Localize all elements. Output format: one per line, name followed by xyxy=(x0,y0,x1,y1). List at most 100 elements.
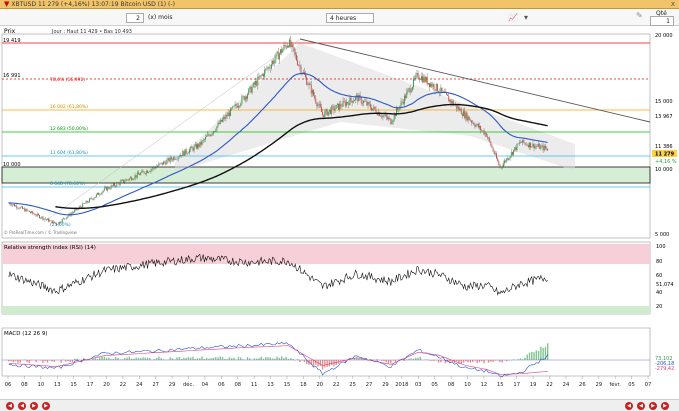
candle-body xyxy=(372,108,374,111)
macd-hist-bar xyxy=(408,358,410,360)
candle-body xyxy=(205,137,206,140)
nav-prev-icon[interactable]: ◀ xyxy=(18,402,26,410)
time-axis-tick: 25 xyxy=(349,382,356,388)
time-axis-tick: 15 xyxy=(497,382,504,388)
period-unit-select[interactable]: (x) mois xyxy=(148,13,172,23)
qte-input[interactable]: 1 xyxy=(650,16,674,26)
macd-hist-bar xyxy=(208,358,210,360)
candle-body xyxy=(291,44,293,47)
nav-next-icon[interactable]: ▶ xyxy=(30,402,38,410)
nav-prev-icon[interactable]: ◀ xyxy=(637,402,645,410)
nav-prev-icon[interactable]: ◀ xyxy=(625,402,633,410)
candle-body xyxy=(162,161,164,165)
candle-body xyxy=(184,149,186,156)
fib-label-2: 12 683 (50,00%) xyxy=(50,126,88,132)
candle-body xyxy=(411,86,413,91)
macd-hist-bar xyxy=(162,359,165,360)
macd-hist-bar xyxy=(67,360,69,362)
candle-body xyxy=(16,205,18,209)
nav-next-icon[interactable]: ▶ xyxy=(649,402,657,410)
drawing-tools-icon[interactable]: ▾ xyxy=(524,13,528,23)
candle-body xyxy=(509,156,511,159)
candle-body xyxy=(325,109,327,112)
close-icon[interactable]: x xyxy=(671,0,675,8)
candle-body xyxy=(215,130,217,132)
candle-body xyxy=(166,160,168,165)
nav-next-icon[interactable]: ▶ xyxy=(42,402,50,410)
macd-hist-bar xyxy=(276,356,278,360)
candle-body xyxy=(502,163,504,167)
macd-hist-bar xyxy=(249,358,251,360)
nav-prev-icon[interactable]: ◀ xyxy=(6,402,14,410)
macd-hist-bar xyxy=(481,360,483,362)
rsi-overbought-zone xyxy=(2,244,650,264)
macd-hist-bar xyxy=(126,357,128,360)
fib-label-3: 11 604 (61,80%) xyxy=(50,150,88,156)
candle-body xyxy=(547,148,549,151)
macd-hist-bar xyxy=(12,360,15,363)
candle-body xyxy=(210,134,212,137)
candle-body xyxy=(306,77,308,85)
macd-hist-bar xyxy=(260,356,262,360)
candle-body xyxy=(200,142,202,145)
candle-body xyxy=(234,104,236,106)
window-titlebar: ▼ XBTUSD 11 279 (+4,16%) 13:07:19 Bitcoi… xyxy=(0,0,679,9)
candle-body xyxy=(267,67,269,70)
candle-body xyxy=(90,198,92,199)
macd-hist-bar xyxy=(419,356,422,360)
candle-body xyxy=(423,76,425,83)
macd-hist-bar xyxy=(476,360,478,364)
candle-body xyxy=(422,76,424,83)
candle-body xyxy=(369,104,371,108)
candle-body xyxy=(403,95,405,104)
interval-select[interactable]: 4 heures xyxy=(326,13,374,23)
candle-body xyxy=(384,114,386,116)
candle-body xyxy=(541,145,543,147)
macd-hist-bar xyxy=(285,356,287,360)
candle-body xyxy=(294,52,296,55)
candle-body xyxy=(386,116,388,119)
candle-body xyxy=(206,136,208,138)
macd-hist-bar xyxy=(49,360,51,361)
candle-body xyxy=(284,44,286,46)
candle-body xyxy=(364,101,366,102)
candle-body xyxy=(358,95,360,102)
time-axis-tick: 29 xyxy=(595,382,602,388)
candle-body xyxy=(409,88,411,93)
macd-hist-bar xyxy=(51,360,53,362)
candle-body xyxy=(130,177,131,179)
macd-hist-bar xyxy=(201,356,203,360)
candle-body xyxy=(172,159,173,161)
candle-body xyxy=(207,134,209,137)
macd-hist-bar xyxy=(499,360,501,363)
candlestick-chart-icon[interactable]: 📈 xyxy=(508,13,518,23)
candle-body xyxy=(297,60,299,66)
candle-body xyxy=(457,106,459,109)
candle-body xyxy=(190,146,192,150)
time-axis-tick: 13 xyxy=(267,382,274,388)
candle-body xyxy=(232,106,234,109)
candle-body xyxy=(417,72,419,78)
candle-body xyxy=(292,44,294,48)
period-value-input[interactable]: 2 xyxy=(126,13,144,23)
candle-body xyxy=(261,74,263,76)
candle-body xyxy=(264,70,266,77)
candle-body xyxy=(136,172,138,178)
macd-hist-bar xyxy=(96,358,99,360)
macd-hist-bar xyxy=(283,358,285,360)
candle-body xyxy=(342,100,344,107)
left-marker-high: 19 419 xyxy=(3,38,21,44)
macd-hist-bar xyxy=(496,360,499,361)
macd-hist-bar xyxy=(487,360,490,363)
macd-hist-bar xyxy=(149,357,151,360)
candle-body xyxy=(465,112,467,119)
candle-body xyxy=(36,213,38,216)
candle-body xyxy=(253,82,255,85)
macd-hist-bar xyxy=(355,358,358,360)
nav-next-icon[interactable]: ▶ xyxy=(661,402,669,410)
candle-body xyxy=(118,183,120,185)
candle-body xyxy=(112,183,114,186)
macd-hist-bar xyxy=(42,360,44,363)
drawing-tools-icon[interactable]: ✎ xyxy=(636,11,643,21)
candle-body xyxy=(59,221,61,223)
